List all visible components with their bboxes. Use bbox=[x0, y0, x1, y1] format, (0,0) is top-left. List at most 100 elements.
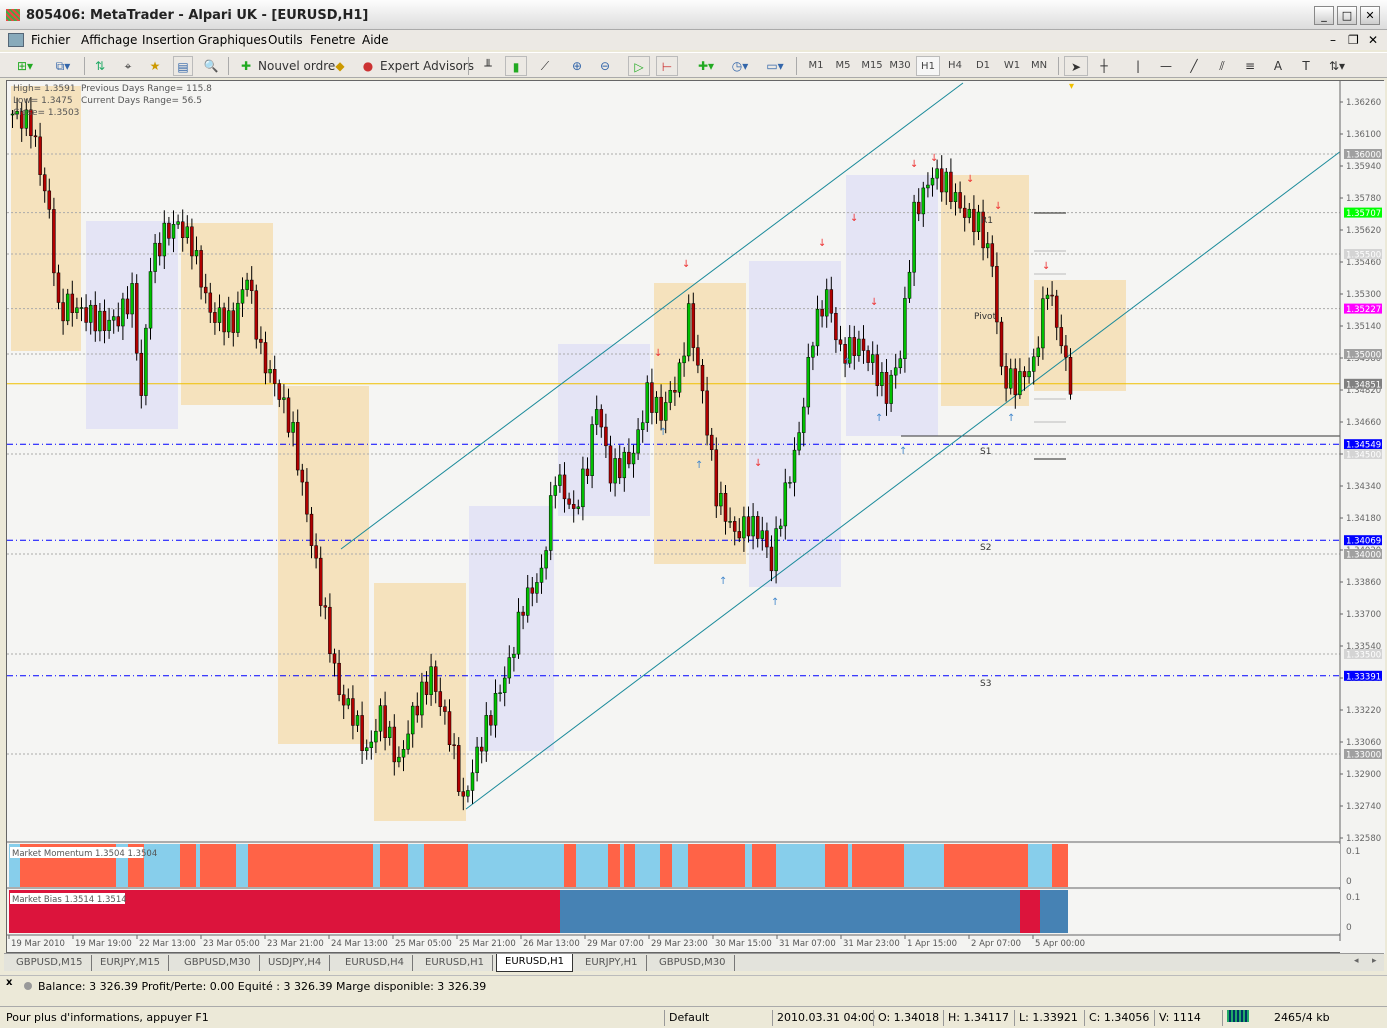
chart-window[interactable]: ↓ ↓ ↓ ↓ ↓ ↓ ↓ ↓ ↓ ↓ ↓ ↑ ↑ ↑ ↑ ↑ ↑ ↑ ↑ R1 Pivot S1 S2 S3 High= 1.… bbox=[6, 80, 1385, 954]
bar-chart-icon[interactable]: ╨ bbox=[478, 56, 498, 76]
favorites-icon[interactable]: ★ bbox=[145, 56, 165, 76]
candle-bear bbox=[939, 168, 944, 193]
price-chart[interactable]: ↓ ↓ ↓ ↓ ↓ ↓ ↓ ↓ ↓ ↓ ↓ ↑ ↑ ↑ ↑ ↑ ↑ ↑ ↑ R1 Pivot S1 S2 S3 High= 1.… bbox=[7, 81, 1385, 954]
horizontal-line-icon[interactable]: — bbox=[1156, 56, 1176, 76]
arrows-icon[interactable]: ⇅▾ bbox=[1324, 56, 1350, 76]
new-order-icon[interactable]: ✚ bbox=[236, 56, 256, 76]
candlestick-icon[interactable]: ▮ bbox=[505, 56, 527, 76]
candle-bull bbox=[378, 705, 383, 732]
tab-eurjpy-h1[interactable]: EURJPY,H1 bbox=[577, 955, 647, 971]
candle-bear bbox=[254, 290, 259, 340]
text-icon[interactable]: A bbox=[1268, 56, 1288, 76]
terminal-close-button[interactable]: x bbox=[6, 977, 12, 988]
vertical-line-icon[interactable]: | bbox=[1128, 56, 1148, 76]
menu-graphiques[interactable]: Graphiques bbox=[198, 33, 267, 47]
tab-gbpusd-m30-2[interactable]: GBPUSD,M30 bbox=[651, 955, 735, 971]
menu-affichage[interactable]: Affichage bbox=[81, 33, 137, 47]
tab-usdjpy-h4[interactable]: USDJPY,H4 bbox=[260, 955, 331, 971]
candle-bull bbox=[470, 772, 475, 791]
timeframe-h1[interactable]: H1 bbox=[916, 56, 940, 76]
buy-arrow-icon: ↑ bbox=[899, 446, 907, 457]
tab-eurusd-h1-active[interactable]: EURUSD,H1 bbox=[496, 954, 574, 972]
equidistant-channel-icon[interactable]: ⫽ bbox=[1212, 56, 1232, 76]
candle-bull bbox=[930, 177, 935, 186]
app-icon bbox=[6, 9, 20, 21]
tab-eurusd-h1[interactable]: EURUSD,H1 bbox=[417, 955, 494, 971]
buy-arrow-icon: ↑ bbox=[843, 357, 851, 368]
timeframe-w1[interactable]: W1 bbox=[1002, 56, 1022, 76]
child-minimize-icon[interactable]: – bbox=[1330, 33, 1336, 47]
timeframe-d1[interactable]: D1 bbox=[973, 56, 993, 76]
tab-gbpusd-m30[interactable]: GBPUSD,M30 bbox=[176, 955, 260, 971]
fibonacci-icon[interactable]: ≡ bbox=[1240, 56, 1260, 76]
candle-bull bbox=[898, 358, 903, 369]
bias-bar bbox=[1040, 890, 1068, 933]
strategy-tester-icon[interactable]: 🔍 bbox=[201, 56, 221, 76]
navigator-icon[interactable]: ⌖ bbox=[118, 56, 138, 76]
candle-bull bbox=[663, 402, 668, 421]
tab-gbpusd-m15[interactable]: GBPUSD,M15 bbox=[8, 955, 92, 971]
timeframe-m5[interactable]: M5 bbox=[833, 56, 853, 76]
market-watch-icon[interactable]: ⇅ bbox=[90, 56, 110, 76]
chart-shift-icon[interactable]: ⊢ bbox=[656, 56, 678, 76]
expert-advisors-button[interactable]: Expert Advisors bbox=[380, 56, 474, 76]
new-order-button[interactable]: Nouvel ordre bbox=[258, 56, 335, 76]
account-status-icon bbox=[24, 982, 32, 990]
minimize-button[interactable]: _ bbox=[1314, 6, 1334, 25]
autoscroll-icon[interactable]: ▷ bbox=[628, 56, 650, 76]
menu-fichier[interactable]: Fichier bbox=[31, 33, 70, 47]
line-chart-icon[interactable]: ⟋ bbox=[535, 56, 555, 76]
metaeditor-icon[interactable]: ◆ bbox=[330, 56, 350, 76]
tab-eurjpy-m15[interactable]: EURJPY,M15 bbox=[92, 955, 169, 971]
menu-insertion[interactable]: Insertion bbox=[142, 33, 195, 47]
crosshair-icon[interactable]: ┼ bbox=[1094, 56, 1114, 76]
tabs-scroll-left-icon[interactable]: ◂ bbox=[1354, 956, 1359, 966]
timeframe-m15[interactable]: M15 bbox=[860, 56, 884, 76]
indicators-icon[interactable]: ✚▾ bbox=[693, 56, 719, 76]
trendline-icon[interactable]: ╱ bbox=[1184, 56, 1204, 76]
candle-bear bbox=[737, 531, 742, 539]
menu-aide[interactable]: Aide bbox=[362, 33, 389, 47]
momentum-bar bbox=[620, 844, 624, 887]
sell-arrow-icon: ↓ bbox=[818, 238, 826, 249]
child-close-icon[interactable]: ✕ bbox=[1368, 33, 1378, 47]
menu-outils[interactable]: Outils bbox=[268, 33, 303, 47]
expert-advisors-icon[interactable]: ● bbox=[358, 56, 378, 76]
price-label: 1.35500 bbox=[1346, 251, 1381, 261]
cursor-icon[interactable]: ➤ bbox=[1064, 56, 1088, 76]
new-chart-icon[interactable]: ⊞▾ bbox=[10, 56, 40, 76]
zoom-out-icon[interactable]: ⊖ bbox=[595, 56, 615, 76]
momentum-bar bbox=[825, 844, 848, 887]
candle-bull bbox=[654, 396, 659, 413]
momentum-bar bbox=[608, 844, 620, 887]
candle-bear bbox=[585, 468, 590, 476]
profiles-icon[interactable]: ⧉▾ bbox=[48, 56, 78, 76]
timeframe-mn[interactable]: MN bbox=[1029, 56, 1049, 76]
periods-icon[interactable]: ◷▾ bbox=[727, 56, 753, 76]
candle-bull bbox=[728, 521, 732, 523]
child-restore-icon[interactable]: ❐ bbox=[1348, 33, 1359, 47]
toolbar: ⊞▾ ⧉▾ ⇅ ⌖ ★ ▤ 🔍 ✚ Nouvel ordre ◆ ● Exper… bbox=[0, 52, 1387, 78]
timeframe-h4[interactable]: H4 bbox=[945, 56, 965, 76]
tab-eurusd-h4[interactable]: EURUSD,H4 bbox=[337, 955, 414, 971]
candle-bear bbox=[838, 339, 843, 345]
range-box bbox=[654, 283, 746, 564]
close-button[interactable]: ✕ bbox=[1360, 6, 1380, 25]
text-label-icon[interactable]: T bbox=[1296, 56, 1316, 76]
candle-bull bbox=[815, 308, 820, 347]
templates-icon[interactable]: ▭▾ bbox=[762, 56, 788, 76]
candle-bull bbox=[1027, 371, 1031, 378]
tabs-scroll-right-icon[interactable]: ▸ bbox=[1372, 956, 1377, 966]
candle-bull bbox=[558, 474, 562, 486]
maximize-button[interactable]: □ bbox=[1337, 6, 1357, 25]
momentum-bar bbox=[564, 844, 576, 887]
menu-fenetre[interactable]: Fenetre bbox=[310, 33, 355, 47]
price-label: 1.34851 bbox=[1346, 380, 1381, 390]
status-low: L: 1.33921 bbox=[1014, 1010, 1078, 1026]
candle-bull bbox=[525, 587, 530, 616]
timeframe-m1[interactable]: M1 bbox=[806, 56, 826, 76]
zoom-in-icon[interactable]: ⊕ bbox=[567, 56, 587, 76]
candle-bear bbox=[213, 312, 217, 323]
terminal-icon[interactable]: ▤ bbox=[173, 56, 193, 76]
timeframe-m30[interactable]: M30 bbox=[888, 56, 912, 76]
